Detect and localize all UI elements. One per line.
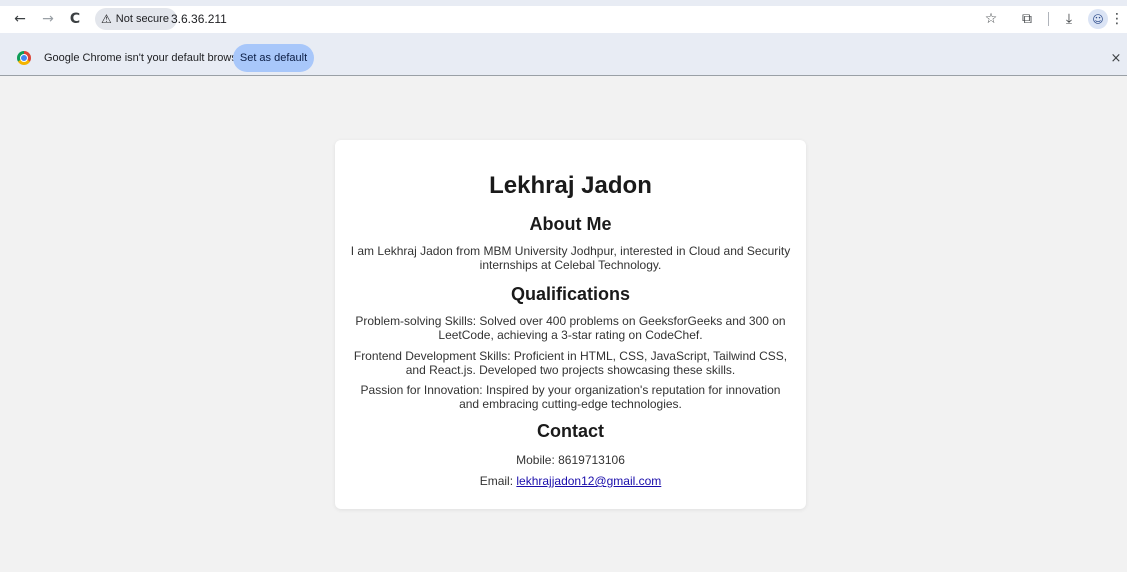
toolbar-divider <box>1048 12 1049 26</box>
warning-icon: ⚠ <box>101 12 112 26</box>
close-icon[interactable]: × <box>1108 50 1124 66</box>
download-icon[interactable]: ⤓ <box>1058 8 1080 30</box>
chrome-logo-icon <box>17 51 31 65</box>
security-label: Not secure <box>115 13 169 25</box>
qualification-item: Passion for Innovation: Inspired by your… <box>360 383 781 411</box>
email-link[interactable]: lekhrajjadon12@gmail.com <box>516 474 661 488</box>
email-line: Email: lekhrajjadon12@gmail.com <box>335 474 806 488</box>
qualification-item: Problem-solving Skills: Solved over 400 … <box>355 314 786 342</box>
forward-icon[interactable]: → <box>37 8 59 30</box>
security-indicator[interactable]: ⚠ Not secure <box>95 8 177 30</box>
about-text: I am Lekhraj Jadon from MBM University J… <box>350 244 791 272</box>
page-viewport: Lekhraj Jadon About Me I am Lekhraj Jado… <box>0 77 1127 572</box>
email-label: Email: <box>479 474 517 488</box>
about-heading: About Me <box>529 214 612 234</box>
contact-heading: Contact <box>537 421 604 441</box>
back-icon[interactable]: ← <box>9 8 31 30</box>
bookmark-star-icon[interactable]: ☆ <box>980 8 1002 30</box>
extensions-icon[interactable]: ⧉ <box>1016 8 1038 30</box>
page-title: Lekhraj Jadon <box>489 172 652 199</box>
mobile-number: Mobile: 8619713106 <box>516 453 625 467</box>
url-text[interactable]: 3.6.36.211 <box>171 12 227 26</box>
default-browser-infobar: Google Chrome isn't your default browser… <box>0 40 1127 76</box>
reload-icon[interactable]: C <box>64 8 86 30</box>
infobar-message: Google Chrome isn't your default browser <box>44 52 247 64</box>
profile-card: Lekhraj Jadon About Me I am Lekhraj Jado… <box>335 140 806 509</box>
browser-toolbar: ← → C ⚠ Not secure 3.6.36.211 ☆ ⧉ ⤓ ☺ ⋮ <box>0 0 1127 40</box>
menu-icon[interactable]: ⋮ <box>1110 8 1124 30</box>
qualifications-heading: Qualifications <box>510 284 631 304</box>
qualification-item: Frontend Development Skills: Proficient … <box>353 349 788 377</box>
set-as-default-button[interactable]: Set as default <box>233 44 314 72</box>
profile-avatar-icon[interactable]: ☺ <box>1088 9 1108 29</box>
